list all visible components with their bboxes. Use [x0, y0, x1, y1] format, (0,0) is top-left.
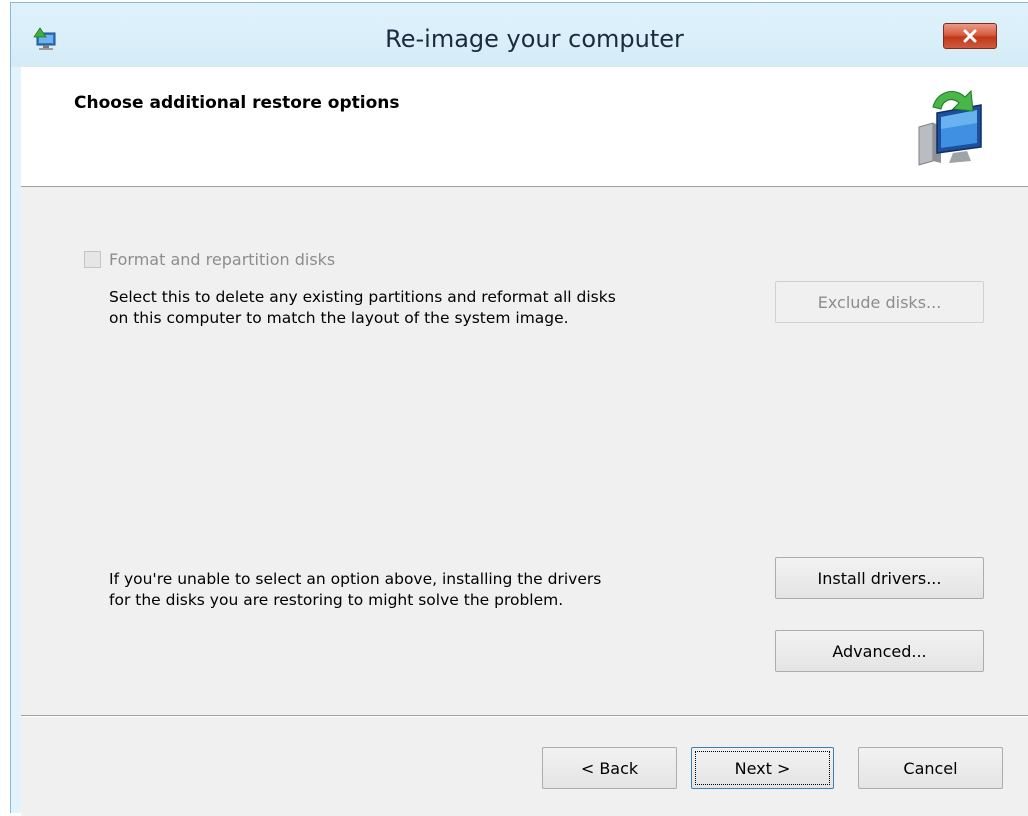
- focus-rectangle: [695, 751, 830, 785]
- back-button[interactable]: < Back: [542, 747, 677, 789]
- close-button[interactable]: [943, 23, 997, 49]
- close-icon: [963, 29, 977, 43]
- advanced-button[interactable]: Advanced...: [775, 630, 984, 672]
- next-button[interactable]: Next >: [691, 747, 834, 789]
- window-title: Re-image your computer: [385, 25, 684, 53]
- footer-divider: [21, 715, 1028, 717]
- page-header: Choose additional restore options: [21, 67, 1028, 187]
- format-option-row: Format and repartition disks: [84, 250, 335, 269]
- dialog-client-area: Choose additional restore options Format…: [21, 67, 1028, 816]
- computer-restore-icon: [918, 89, 982, 166]
- page-title: Choose additional restore options: [74, 93, 400, 113]
- drivers-hint-line-1: If you're unable to select an option abo…: [109, 570, 602, 588]
- drivers-hint-line-2: for the disks you are restoring to might…: [109, 591, 564, 609]
- exclude-disks-button[interactable]: Exclude disks...: [775, 281, 984, 323]
- install-drivers-button[interactable]: Install drivers...: [775, 557, 984, 599]
- dialog-window: Re-image your computer Choose additional…: [10, 2, 1028, 816]
- drivers-hint: If you're unable to select an option abo…: [109, 569, 749, 611]
- format-description: Select this to delete any existing parti…: [109, 287, 749, 329]
- format-checkbox[interactable]: [84, 251, 101, 268]
- format-description-line-1: Select this to delete any existing parti…: [109, 288, 616, 306]
- format-description-line-2: on this computer to match the layout of …: [109, 309, 569, 327]
- format-checkbox-label[interactable]: Format and repartition disks: [109, 250, 335, 269]
- title-bar[interactable]: Re-image your computer: [11, 3, 1028, 67]
- cancel-button[interactable]: Cancel: [858, 747, 1003, 789]
